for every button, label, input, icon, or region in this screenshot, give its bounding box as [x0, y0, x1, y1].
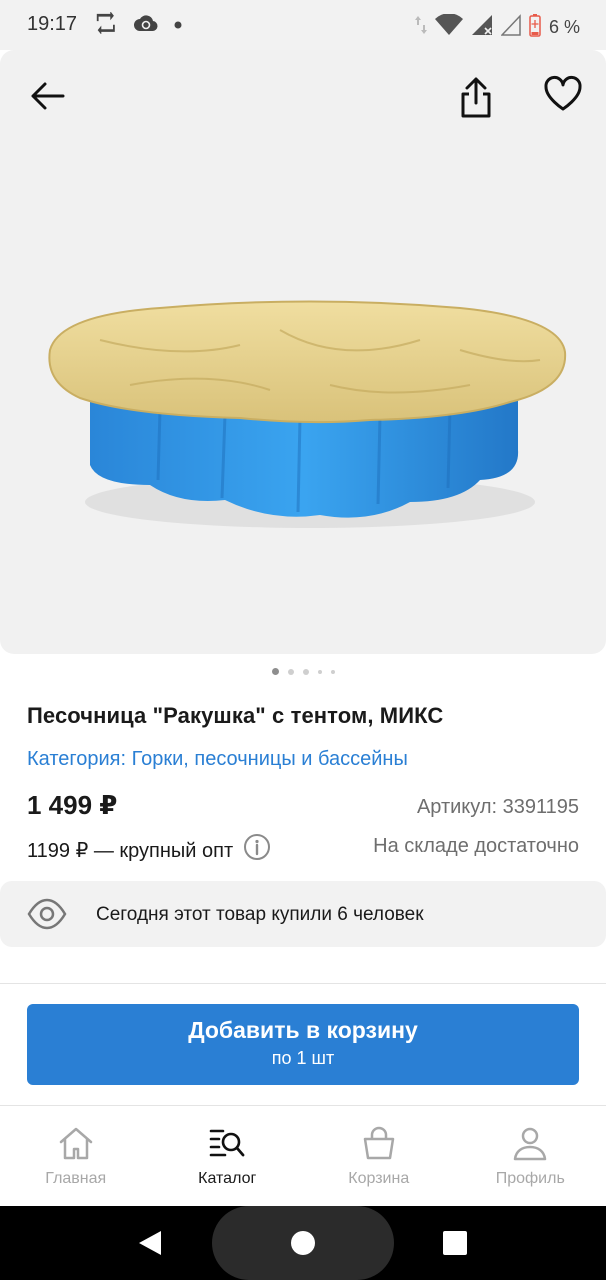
- status-bar: 19:17 6 %: [0, 0, 606, 50]
- bottom-tab-bar: Главная Каталог Корзина Профиль: [0, 1105, 606, 1206]
- dot-icon: [173, 17, 183, 35]
- category-link[interactable]: Категория: Горки, песочницы и бассейны: [27, 748, 408, 771]
- add-to-cart-panel: Добавить в корзину по 1 шт: [0, 983, 606, 1105]
- bought-today-text: Сегодня этот товар купили 6 человек: [96, 904, 424, 925]
- home-icon: [57, 1124, 95, 1162]
- favorite-button[interactable]: [538, 69, 588, 119]
- circle-home-icon: [291, 1231, 315, 1255]
- tab-label: Профиль: [495, 1170, 565, 1187]
- square-recents-icon: [443, 1231, 467, 1255]
- eye-icon: [27, 897, 67, 936]
- heart-icon: [544, 76, 582, 111]
- pagination-dot: [330, 669, 335, 674]
- signal-icon: [471, 14, 493, 41]
- tab-label: Каталог: [198, 1170, 257, 1187]
- back-button[interactable]: [22, 71, 72, 121]
- status-time: 19:17: [27, 13, 78, 35]
- wholesale-price: 1199 ₽ — крупный опт: [27, 833, 271, 867]
- catalog-search-icon: [208, 1124, 246, 1162]
- triangle-back-icon: [139, 1231, 161, 1255]
- add-to-cart-label: Добавить в корзину: [188, 1017, 418, 1043]
- gallery-pagination: [0, 668, 606, 675]
- basket-icon: [360, 1124, 398, 1162]
- wholesale-text: 1199 ₽ — крупный опт: [27, 839, 234, 862]
- stock-status: На складе достаточно: [373, 835, 579, 857]
- cloud-sync-icon: [133, 12, 159, 39]
- product-sku: Артикул: 3391195: [416, 796, 579, 818]
- add-to-cart-quantity: по 1 шт: [271, 1048, 335, 1068]
- pagination-dot: [302, 668, 309, 675]
- tab-cart[interactable]: Корзина: [303, 1106, 455, 1206]
- tab-profile[interactable]: Профиль: [455, 1106, 606, 1206]
- tab-label: Корзина: [348, 1170, 410, 1187]
- bought-today-banner: Сегодня этот товар купили 6 человек: [0, 881, 606, 947]
- pagination-dot: [317, 669, 322, 674]
- repeat-icon: [95, 11, 119, 39]
- back-arrow-icon: [31, 82, 65, 110]
- product-price: 1 499 ₽: [27, 790, 118, 820]
- battery-percent: 6 %: [548, 17, 580, 37]
- signal-empty-icon: [500, 14, 521, 41]
- product-gallery[interactable]: [0, 50, 606, 654]
- wifi-icon: [434, 13, 463, 41]
- system-recents-button[interactable]: [425, 1218, 485, 1268]
- pagination-dot-active: [271, 668, 279, 675]
- battery-icon: [529, 13, 541, 42]
- add-to-cart-button[interactable]: Добавить в корзину по 1 шт: [27, 1004, 579, 1085]
- tab-home[interactable]: Главная: [0, 1106, 152, 1206]
- share-button[interactable]: [451, 73, 501, 123]
- system-home-button[interactable]: [212, 1206, 394, 1280]
- info-icon[interactable]: [243, 833, 271, 867]
- tab-catalog[interactable]: Каталог: [152, 1106, 304, 1206]
- profile-icon: [511, 1124, 549, 1162]
- share-icon: [461, 77, 491, 118]
- product-title: Песочница "Ракушка" с тентом, МИКС: [27, 703, 444, 728]
- tab-label: Главная: [45, 1170, 107, 1187]
- system-back-button[interactable]: [120, 1218, 180, 1268]
- system-navigation-bar: [0, 1206, 606, 1280]
- pagination-dot: [287, 668, 294, 675]
- product-image[interactable]: [40, 290, 570, 540]
- data-arrows-icon: [414, 14, 427, 41]
